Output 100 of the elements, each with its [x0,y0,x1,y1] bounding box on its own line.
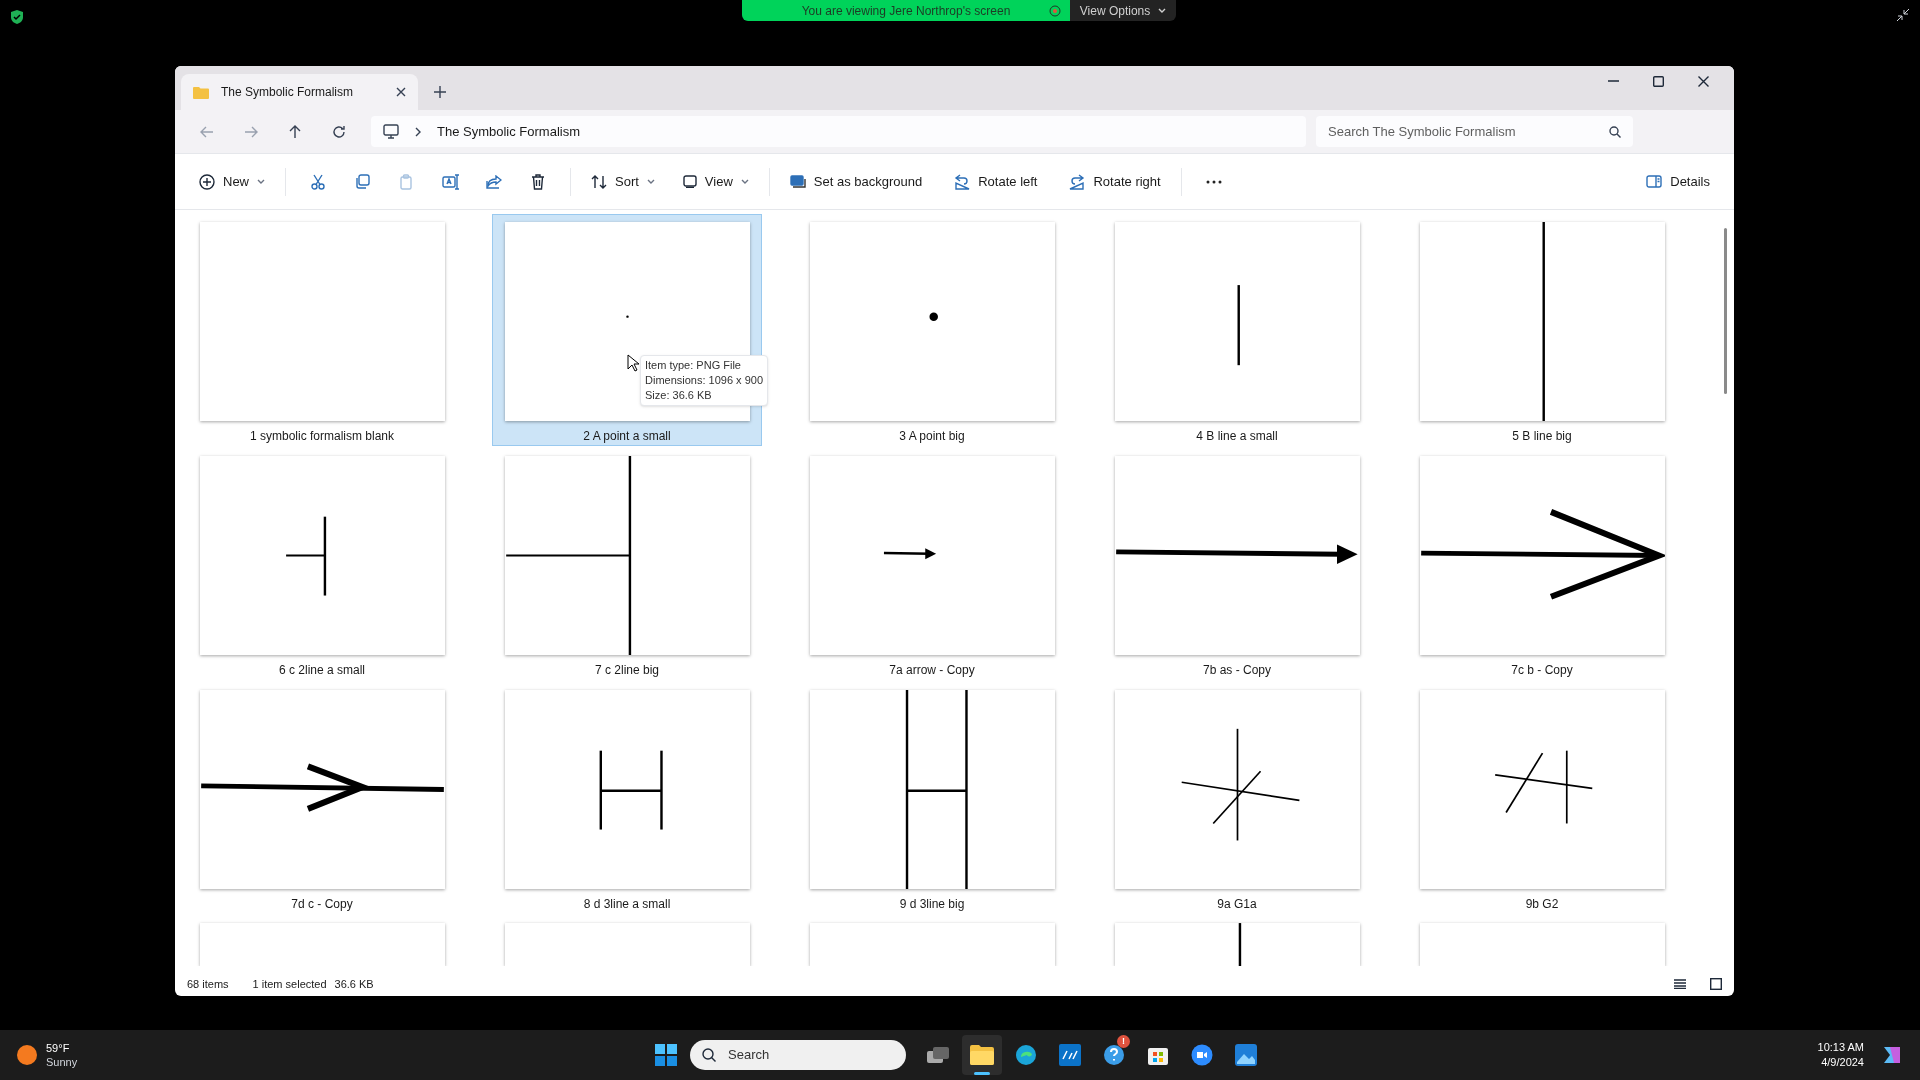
file-item[interactable]: 4 B line a small [1102,214,1372,446]
file-name: 7d c - Copy [291,896,353,913]
taskbar-search-field[interactable]: Search [690,1040,906,1070]
file-item[interactable]: 8 d 3line a small [492,682,762,914]
chevron-icon [415,126,421,137]
plus-circle-icon [199,173,215,190]
notification-badge: ! [1117,1035,1130,1048]
task-view-icon [927,1046,949,1064]
share-icon [486,174,502,189]
forward-icon [244,125,258,138]
clock-date[interactable]: 4/9/2024 [1821,1055,1864,1070]
file-item[interactable]: 9a G1a [1102,682,1372,914]
file-name: 7a arrow - Copy [889,662,975,679]
file-name: 9a G1a [1217,896,1257,913]
shield-icon [10,9,24,25]
more-icon [1205,179,1222,184]
rotate-left-button[interactable]: Rotate left [946,163,1046,200]
file-name: 7 c 2line big [594,662,659,679]
weather-condition: Sunny [46,1055,78,1069]
back-icon [200,125,214,138]
new-tab-icon [434,86,446,98]
weather-widget[interactable]: 59°F Sunny [16,1041,576,1069]
minimize-icon [1608,80,1619,82]
rotate-right-icon [1069,173,1086,190]
sort-icon [591,174,607,189]
sort-button[interactable]: Sort [583,163,663,200]
file-item[interactable]: 7d c - Copy [187,682,457,914]
help-app-button[interactable]: ! [1094,1035,1134,1075]
file-name: 4 B line a small [1196,428,1278,445]
video-app-icon [1191,1044,1213,1066]
file-item[interactable]: 7c b - Copy [1407,448,1677,680]
caret-icon [1158,7,1167,14]
file-name: 6 c 2line a small [278,662,365,679]
trash-icon [531,173,545,190]
file-name: 9b G2 [1525,896,1559,913]
caret-icon [257,178,265,185]
set-as-background-button[interactable]: Set as background [781,163,931,200]
thumbnail-view-icon [1710,978,1722,990]
scrollbar-thumb[interactable] [1724,228,1727,394]
file-item[interactable]: 1 symbolic formalism blank [187,214,457,446]
clock-time[interactable]: 10:13 AM [1817,1040,1864,1055]
search-icon [1609,126,1621,138]
refresh-icon [332,124,346,139]
file-item[interactable]: 5 B line big [1407,214,1677,446]
file-item[interactable]: 3 A point big [797,214,1067,446]
rotate-left-icon [954,173,971,190]
file-item[interactable]: 7b as - Copy [1102,448,1372,680]
details-view-icon [1674,979,1686,989]
selection-size: 36.6 KB [334,976,374,992]
screen-share-banner: You are viewing Jere Northrop's screen [742,0,1070,21]
file-item[interactable]: 7a arrow - Copy [797,448,1067,680]
file-name: 7b as - Copy [1202,662,1271,679]
temperature: 59°F [46,1041,71,1055]
selection-status: 1 item selected [252,976,327,992]
new-button[interactable]: New [191,163,273,200]
file-name: 1 symbolic formalism blank [249,428,394,445]
close-icon [396,87,406,97]
view-icon [682,175,697,188]
folder-tab[interactable]: The Symbolic Formalism [181,74,418,110]
tooltip-line: Item type: PNG File [645,358,742,373]
address-bar[interactable]: The Symbolic Formalism [371,116,1306,147]
photos-icon [1235,1044,1257,1066]
scissors-icon [311,173,325,190]
computer-icon [383,124,399,139]
file-item[interactable]: 9b G2 [1407,682,1677,914]
item-count: 68 items [187,976,229,992]
help-icon [1103,1044,1125,1066]
file-item[interactable]: 7 c 2line big [492,448,762,680]
tooltip-line: Size: 36.6 KB [645,388,713,403]
image-icon [789,174,806,189]
search-field[interactable]: Search The Symbolic Formalism [1316,116,1633,147]
clipboard-icon [400,173,412,190]
folder-icon [193,85,209,99]
view-options-button[interactable]: View Options [1070,0,1176,21]
exit-fullscreen-icon[interactable] [1896,8,1910,22]
rename-icon [441,173,459,190]
record-icon [1049,5,1061,17]
up-arrow-icon [289,124,301,139]
folder-icon [970,1045,994,1065]
maximize-icon [1653,75,1664,87]
windows-icon [655,1044,677,1066]
copy-icon [354,174,370,189]
close-icon [1698,75,1709,87]
file-item[interactable]: 6 c 2line a small [187,448,457,680]
file-item[interactable]: 9 d 3line big [797,682,1067,914]
caret-icon [740,178,749,185]
file-name: 3 A point big [899,428,965,445]
file-explorer-button[interactable] [962,1035,1002,1075]
tooltip-line: Dimensions: 1096 x 900 [645,373,763,388]
file-name: 9 d 3line big [899,896,965,913]
details-pane-icon [1646,175,1663,188]
file-name: 7c b - Copy [1511,662,1573,679]
file-name: 8 d 3line a small [583,896,671,913]
sun-icon [16,1044,38,1066]
file-name: 5 B line big [1512,428,1572,445]
view-button[interactable]: View [674,163,757,200]
caret-icon [646,178,655,185]
file-name: 2 A point a small [583,428,671,445]
details-button[interactable]: Details [1638,163,1718,200]
rotate-right-button[interactable]: Rotate right [1061,163,1169,200]
